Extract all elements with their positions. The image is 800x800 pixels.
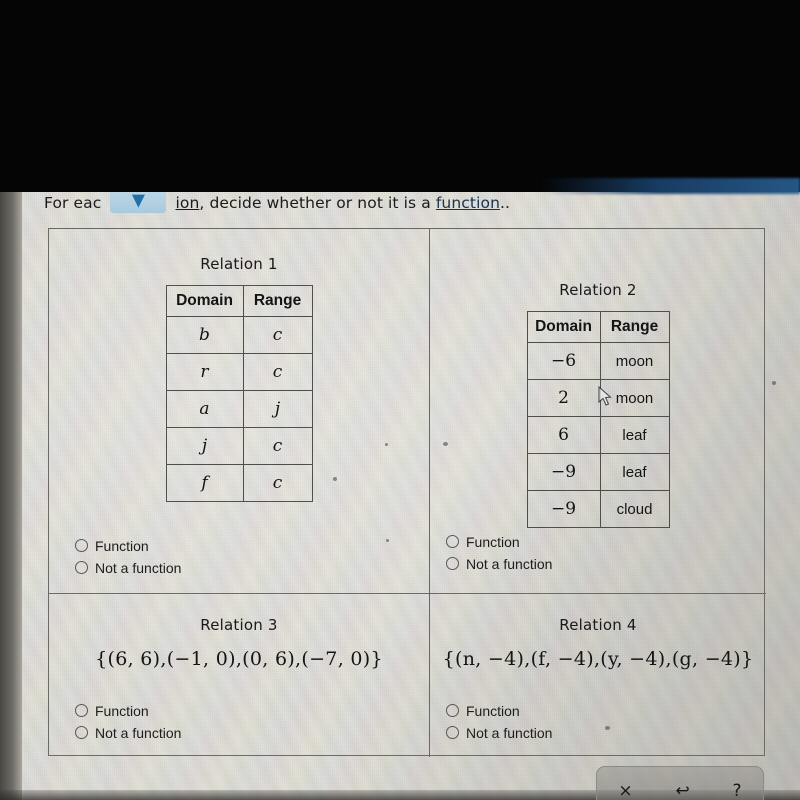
relation-4-cell: Relation 4 {(n, −4),(f, −4),(y, −4),(g, … (430, 594, 766, 757)
relation-2-table: Domain Range −6 moon 2 moon 6 leaf −9 le… (526, 311, 670, 528)
prompt-before-text: For eac (44, 194, 102, 212)
table-row: −6 moon (526, 342, 670, 380)
relation-2-domain-5: −9 (526, 490, 601, 528)
relation-4-choice-function-label: Function (466, 702, 520, 719)
relation-3-cell: Relation 3 {(6, 6),(−1, 0),(0, 6),(−7, 0… (49, 594, 429, 757)
table-header-row: Domain Range (165, 285, 313, 317)
table-row: j c (165, 427, 313, 465)
dust-speck (333, 477, 337, 481)
undo-icon[interactable]: ↩ (675, 783, 689, 800)
dust-speck (772, 381, 776, 385)
relation-4-choice-not-a-function-label: Not a function (466, 724, 553, 741)
relation-2-range-1: moon (599, 342, 670, 380)
relation-2-range-5: cloud (599, 490, 670, 528)
relation-4-choice-not-a-function[interactable]: Not a function (446, 722, 552, 743)
radio-button-icon[interactable] (446, 535, 459, 548)
relation-1-domain-2: r (165, 353, 244, 391)
relation-1-choice-not-a-function-label: Not a function (95, 559, 182, 576)
relation-2-header-domain: Domain (526, 311, 601, 343)
relation-2-cell: Relation 2 Domain Range −6 moon 2 moon 6… (430, 229, 766, 593)
relation-2-domain-1: −6 (526, 342, 601, 380)
dust-speck (443, 442, 448, 446)
table-row: −9 cloud (526, 490, 670, 528)
relation-1-domain-1: b (165, 316, 244, 354)
relation-1-range-1: c (242, 316, 313, 354)
radio-button-icon[interactable] (75, 539, 88, 552)
relation-2-choices: Function Not a function (446, 531, 552, 575)
relation-1-range-4: c (242, 427, 313, 465)
chevron-down-icon: ▼ (131, 190, 146, 211)
prompt-middle-text: , decide whether or not it is a (199, 194, 436, 212)
prompt-word-fragment: ion (175, 194, 200, 212)
table-row: 6 leaf (526, 416, 670, 454)
relation-1-header-domain: Domain (165, 285, 244, 317)
help-icon[interactable]: ? (733, 783, 742, 800)
table-row: b c (165, 316, 313, 354)
close-icon[interactable]: × (618, 783, 632, 800)
relation-1-header-range: Range (242, 285, 313, 317)
relation-1-range-3: j (242, 390, 313, 428)
radio-button-icon[interactable] (75, 704, 88, 717)
radio-button-icon[interactable] (446, 704, 459, 717)
relation-2-domain-2: 2 (526, 379, 601, 417)
relation-1-range-5: c (242, 464, 313, 502)
relation-2-choice-function[interactable]: Function (446, 531, 552, 552)
relation-4-title: Relation 4 (559, 616, 637, 634)
prompt-trailing-text: .. (500, 194, 511, 212)
table-row: f c (165, 464, 313, 502)
table-row: −9 leaf (526, 453, 670, 491)
relation-1-domain-4: j (165, 427, 244, 465)
radio-button-icon[interactable] (75, 561, 88, 574)
dust-speck (385, 443, 388, 446)
relation-3-set-notation: {(6, 6),(−1, 0),(0, 6),(−7, 0)} (95, 648, 383, 670)
monitor-left-bezel (0, 192, 22, 800)
relation-1-range-2: c (242, 353, 313, 391)
radio-button-icon[interactable] (446, 726, 459, 739)
table-header-row: Domain Range (526, 311, 670, 343)
relation-3-choice-not-a-function[interactable]: Not a function (75, 722, 181, 743)
letterbox-top-bar (0, 0, 800, 192)
relation-2-choice-not-a-function[interactable]: Not a function (446, 553, 552, 574)
table-row: r c (165, 353, 313, 391)
screen-glow-strip (540, 178, 800, 194)
relation-1-domain-3: a (165, 390, 244, 428)
question-prompt: For eac ▼ ion, decide whether or not it … (44, 190, 744, 218)
relation-1-choice-function-label: Function (95, 537, 149, 554)
relation-4-choice-function[interactable]: Function (446, 700, 552, 721)
relation-3-choices: Function Not a function (75, 700, 181, 744)
relation-2-header-range: Range (599, 311, 670, 343)
radio-button-icon[interactable] (75, 726, 88, 739)
table-row: 2 moon (526, 379, 670, 417)
dust-speck (386, 539, 389, 542)
relation-2-choice-not-a-function-label: Not a function (466, 555, 553, 572)
relation-1-table: Domain Range b c r c a j j c f c (165, 285, 313, 502)
relation-1-domain-5: f (165, 464, 244, 502)
relation-4-set-notation: {(n, −4),(f, −4),(y, −4),(g, −4)} (442, 648, 754, 670)
relations-grid: Relation 1 Domain Range b c r c a j j c … (48, 228, 766, 757)
floating-toolbar: × ↩ ? (596, 766, 764, 800)
relation-3-choice-not-a-function-label: Not a function (95, 724, 182, 741)
relation-1-cell: Relation 1 Domain Range b c r c a j j c … (49, 229, 429, 593)
relation-dropdown[interactable]: ▼ (110, 190, 167, 213)
relation-1-title: Relation 1 (200, 255, 278, 273)
relation-2-title: Relation 2 (559, 281, 637, 299)
dust-speck (605, 726, 610, 730)
relation-2-domain-3: 6 (526, 416, 601, 454)
relation-3-title: Relation 3 (200, 616, 278, 634)
relation-1-choice-function[interactable]: Function (75, 535, 181, 556)
function-link[interactable]: function (436, 194, 500, 212)
table-row: a j (165, 390, 313, 428)
relation-1-choice-not-a-function[interactable]: Not a function (75, 557, 181, 578)
relation-2-range-4: leaf (599, 453, 670, 491)
relation-4-choices: Function Not a function (446, 700, 552, 744)
relation-1-choices: Function Not a function (75, 535, 181, 579)
relation-3-choice-function-label: Function (95, 702, 149, 719)
relation-3-choice-function[interactable]: Function (75, 700, 181, 721)
relation-2-domain-4: −9 (526, 453, 601, 491)
photographed-screen: For eac ▼ ion, decide whether or not it … (0, 0, 800, 800)
relation-2-range-2: moon (599, 379, 670, 417)
relation-2-range-3: leaf (599, 416, 670, 454)
radio-button-icon[interactable] (446, 557, 459, 570)
relation-2-choice-function-label: Function (466, 533, 520, 550)
